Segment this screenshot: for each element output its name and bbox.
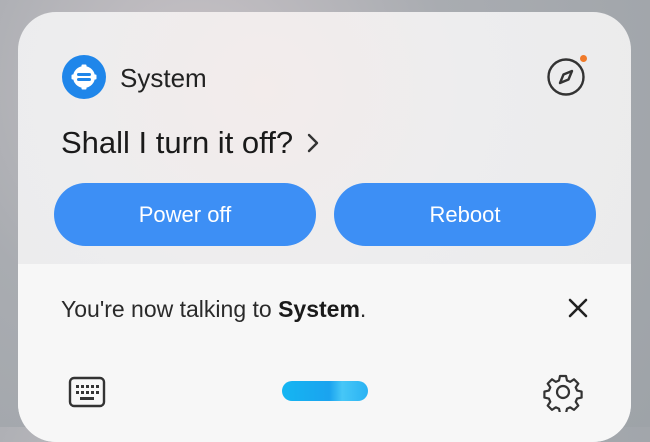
talking-to-suffix: . — [359, 296, 367, 322]
app-name: System — [120, 63, 207, 93]
chevron-right-icon — [307, 133, 319, 153]
notification-dot — [580, 55, 587, 62]
reboot-button[interactable]: Reboot — [334, 183, 596, 246]
close-icon[interactable] — [564, 294, 592, 322]
power-off-button[interactable]: Power off — [54, 183, 316, 246]
question-row[interactable]: Shall I turn it off? — [61, 125, 321, 161]
conversation-panel: You're now talking to System. — [18, 264, 631, 442]
gear-icon[interactable] — [543, 372, 583, 412]
question-text: Shall I turn it off? — [61, 125, 294, 160]
talking-to-prefix: You're now talking to — [61, 296, 279, 322]
system-gear-icon — [71, 64, 97, 90]
compass-icon[interactable] — [546, 57, 586, 97]
keyboard-icon[interactable] — [68, 376, 106, 408]
system-app-icon — [62, 55, 106, 99]
assistant-header: System Shall I turn it off? Power off Re… — [18, 12, 631, 264]
assistant-card: System Shall I turn it off? Power off Re… — [18, 12, 631, 442]
assistant-name: System — [278, 296, 360, 322]
voice-pill-icon[interactable] — [282, 381, 368, 401]
talking-to-message: You're now talking to System. — [61, 296, 366, 323]
